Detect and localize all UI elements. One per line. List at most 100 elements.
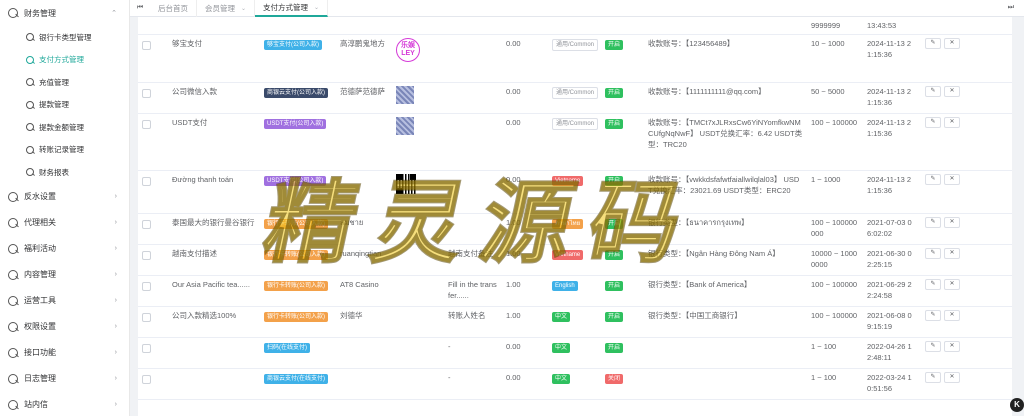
row-checkbox[interactable] — [142, 89, 151, 98]
time-cell: 2021-06-29 22:24:58 — [863, 275, 921, 307]
status-badge[interactable]: 开启 — [605, 281, 624, 291]
tab-label: 后台首页 — [158, 3, 188, 13]
menu-search-icon — [26, 78, 34, 87]
edit-icon[interactable]: ✎ — [925, 341, 941, 352]
holder-cell: สมชาย — [336, 213, 392, 245]
range-cell: 1 ~ 100 — [807, 368, 863, 400]
chevron-right-icon: › — [114, 218, 117, 226]
tab-label: 会员管理 — [205, 3, 235, 13]
edit-icon[interactable]: ✎ — [925, 117, 941, 128]
edit-icon[interactable]: ✎ — [925, 38, 941, 49]
note-cell: 越南支付备注 — [444, 244, 502, 276]
tab-close-icon[interactable]: ⌄ — [241, 5, 246, 12]
delete-icon[interactable]: ✕ — [944, 217, 960, 228]
edit-icon[interactable]: ✎ — [925, 248, 941, 259]
row-checkbox[interactable] — [142, 251, 151, 260]
checkbox-cell — [138, 34, 168, 83]
sidebar-item-0[interactable]: 银行卡类型管理 — [0, 26, 129, 49]
table-row: USDT支付 USDT支付(公司入款) 0.00 通用/Common 开启 收款账号：【T… — [138, 113, 1012, 171]
sidebar-group-0[interactable]: 财务管理 ⌃ — [0, 0, 129, 26]
image-thumbnail[interactable] — [396, 117, 414, 135]
edit-icon[interactable]: ✎ — [925, 310, 941, 321]
sidebar-item-6[interactable]: 财务报表 — [0, 161, 129, 184]
sidebar-group-1[interactable]: 反水设置 › — [0, 184, 129, 210]
status-badge[interactable]: 开启 — [605, 219, 624, 229]
delete-icon[interactable]: ✕ — [944, 38, 960, 49]
qr-code-icon[interactable] — [396, 174, 416, 194]
edit-icon[interactable]: ✎ — [925, 174, 941, 185]
sidebar-item-2[interactable]: 充值管理 — [0, 71, 129, 94]
row-checkbox[interactable] — [142, 375, 151, 384]
operations-cell: ✎ ✕ — [921, 244, 981, 276]
status-badge[interactable]: 开启 — [605, 312, 624, 322]
language-badge: 中文 — [552, 374, 571, 384]
status-badge[interactable]: 关闭 — [605, 374, 624, 384]
row-checkbox[interactable] — [142, 344, 151, 353]
row-checkbox[interactable] — [142, 313, 151, 322]
sidebar-item-1[interactable]: 支付方式管理 — [0, 49, 129, 72]
tab-next-icon[interactable]: ⏭ — [1008, 4, 1014, 12]
status-badge[interactable]: 开启 — [605, 176, 624, 186]
delete-icon[interactable]: ✕ — [944, 310, 960, 321]
sidebar-group-6[interactable]: 权限设置 › — [0, 314, 129, 340]
language-badge: Vietname — [552, 176, 584, 186]
delete-icon[interactable]: ✕ — [944, 248, 960, 259]
row-checkbox[interactable] — [142, 41, 151, 50]
status-cell: 关闭 — [601, 368, 644, 400]
edit-icon[interactable]: ✎ — [925, 86, 941, 97]
help-badge-icon[interactable]: K — [1010, 398, 1024, 412]
tab-prev-icon[interactable]: ⏮ — [130, 4, 150, 12]
spacer-cell — [981, 34, 1012, 83]
app-root: 财务管理 ⌃ 银行卡类型管理 支付方式管理 充值管理 提款管理 提款金额管理 转账记录管理 财务… — [0, 0, 1024, 416]
table-body: 9999999 13:43:53 够宝支付 够宝支付(公司入款) 高淳鹏鬼地方 乐娱 L… — [138, 17, 1012, 400]
sidebar-group-2[interactable]: 代理相关 › — [0, 210, 129, 236]
edit-icon[interactable]: ✎ — [925, 279, 941, 290]
type-badge: 银行卡转账(公司入款) — [264, 312, 328, 322]
delete-icon[interactable]: ✕ — [944, 117, 960, 128]
delete-icon[interactable]: ✕ — [944, 279, 960, 290]
row-checkbox[interactable] — [142, 282, 151, 291]
row-checkbox[interactable] — [142, 177, 151, 186]
status-badge[interactable]: 开启 — [605, 88, 624, 98]
sidebar-item-4[interactable]: 提款金额管理 — [0, 116, 129, 139]
sidebar-group-7[interactable]: 接口功能 › — [0, 340, 129, 366]
tab-close-icon[interactable]: ⌄ — [314, 4, 319, 11]
sidebar-group-3[interactable]: 福利活动 › — [0, 236, 129, 262]
sidebar-item-5[interactable]: 转账记录管理 — [0, 139, 129, 162]
status-badge[interactable]: 开启 — [605, 343, 624, 353]
account-info-cell: 收款账号：【TMCt7xJLRxsCw6YiNYomfkwNMCUfgNqNwF… — [644, 113, 807, 171]
sidebar-group-9[interactable]: 站内信 › — [0, 392, 129, 416]
type-badge: USDT支付(公司入款) — [264, 119, 327, 129]
menu-search-icon — [8, 8, 18, 18]
sidebar-item-3[interactable]: 提款管理 — [0, 94, 129, 117]
edit-icon[interactable]: ✎ — [925, 372, 941, 383]
chevron-right-icon: › — [114, 400, 117, 408]
sidebar-group-5[interactable]: 运营工具 › — [0, 288, 129, 314]
delete-icon[interactable]: ✕ — [944, 174, 960, 185]
status-badge[interactable]: 开启 — [605, 250, 624, 260]
delete-icon[interactable]: ✕ — [944, 86, 960, 97]
delete-icon[interactable]: ✕ — [944, 341, 960, 352]
sidebar-group-4[interactable]: 内容管理 › — [0, 262, 129, 288]
table-row: Đường thanh toán USDT支付(公司入款) 0.00 Vietname… — [138, 170, 1012, 214]
name-cell — [168, 368, 260, 400]
holder-cell — [336, 368, 392, 400]
tab-0[interactable]: 后台首页 — [150, 0, 197, 17]
status-badge[interactable]: 开启 — [605, 40, 624, 50]
delete-icon[interactable]: ✕ — [944, 372, 960, 383]
image-thumbnail[interactable] — [396, 86, 414, 104]
name-cell: 公司入款精选100% — [168, 306, 260, 338]
tab-2[interactable]: 支付方式管理 ⌄ — [255, 0, 329, 17]
language-cell: Vietname — [548, 244, 601, 276]
tab-1[interactable]: 会员管理 ⌄ — [197, 0, 256, 17]
row-checkbox[interactable] — [142, 120, 151, 129]
account-info-cell: 收款账号：【1111111111@qq.com】 — [644, 82, 807, 114]
menu-search-icon — [8, 217, 18, 228]
note-cell: - — [444, 337, 502, 369]
status-badge[interactable]: 开启 — [605, 119, 624, 129]
sidebar-group-8[interactable]: 日志管理 › — [0, 366, 129, 392]
sidebar: 财务管理 ⌃ 银行卡类型管理 支付方式管理 充值管理 提款管理 提款金额管理 转账记录管理 财务… — [0, 0, 130, 416]
table-row: 公司微信入款 商银云支付(公司入款) 范德萨范德萨 0.00 通用/Common 开启 收款… — [138, 82, 1012, 114]
edit-icon[interactable]: ✎ — [925, 217, 941, 228]
row-checkbox[interactable] — [142, 220, 151, 229]
